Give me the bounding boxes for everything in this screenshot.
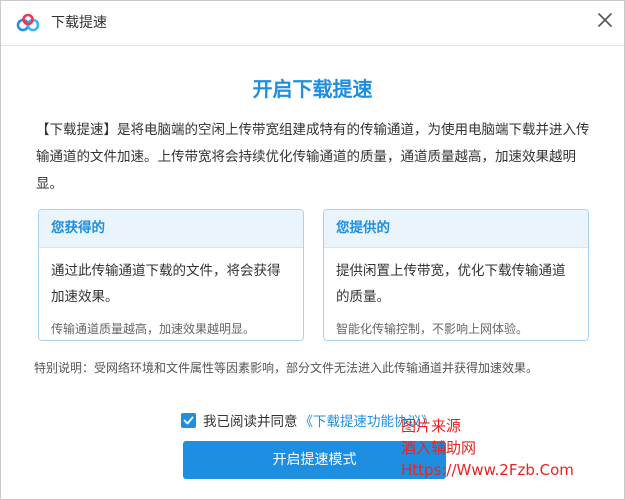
card-title: 您提供的 [324,210,588,248]
card-note: 传输通道质量越高，加速效果越明显。 [51,322,256,336]
intro-text: 【下载提速】是将电脑端的空闲上传带宽组建成特有的传输通道，为使用电脑端下载并进入… [36,122,590,192]
benefit-card-provide: 您提供的 提供闲置上传带宽，优化下载传输通道的质量。 智能化传输控制，不影响上网… [323,209,589,341]
special-note: 特别说明：受网络环境和文件属性等因素影响，部分文件无法进入此传输通道并获得加速效… [34,361,539,375]
agree-checkbox[interactable] [181,412,196,428]
window-title: 下载提速 [51,15,107,31]
close-button[interactable] [591,7,619,35]
title-bar: 下载提速 [1,1,624,46]
card-body: 提供闲置上传带宽，优化下载传输通道的质量。 [336,263,566,305]
watermark-line: 图片来源 [401,417,462,435]
checkmark-icon [183,416,194,424]
watermark-line: 酒入辅助网 [401,439,477,457]
agreement-row: 我已阅读并同意 《下载提速功能协议》 [181,410,435,430]
benefit-card-receive: 您获得的 通过此传输通道下载的文件，将会获得加速效果。 传输通道质量越高，加速效… [38,209,304,341]
baidu-netdisk-cloud-icon [16,13,40,33]
close-icon [598,12,612,31]
card-body: 通过此传输通道下载的文件，将会获得加速效果。 [51,263,281,305]
card-note: 智能化传输控制，不影响上网体验。 [336,322,529,336]
page-heading: 开启下载提速 [252,77,373,101]
card-title: 您获得的 [39,210,303,248]
watermark-line: Https://Www.2Fzb.Com [401,461,574,479]
agree-label: 我已阅读并同意 [203,414,298,430]
watermark: 图片来源 酒入辅助网 Https://Www.2Fzb.Com [401,415,574,481]
speedup-dialog: 下载提速 开启下载提速 【下载提速】是将电脑端的空闲上传带宽组建成特有的传输通道… [0,0,625,500]
